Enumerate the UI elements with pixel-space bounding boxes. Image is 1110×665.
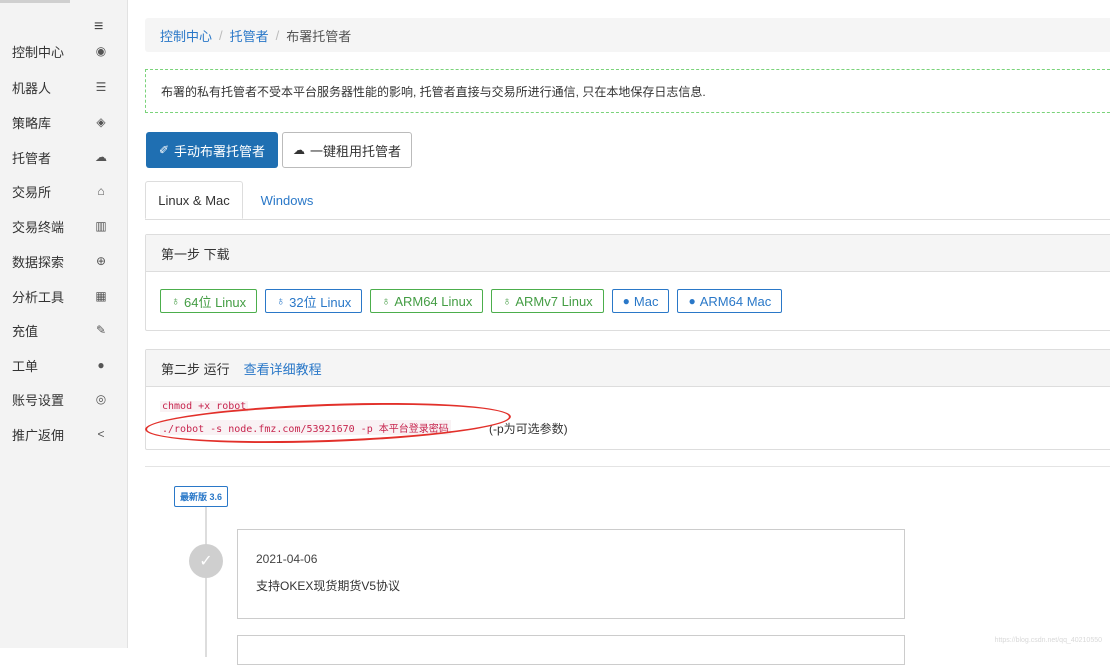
cloud-icon: ☁ <box>292 143 305 157</box>
sidebar-item[interactable]: 账号设置 ◎ <box>0 389 127 409</box>
breadcrumb-parent-link[interactable]: 托管者 <box>230 26 269 45</box>
sidebar-item-label: 托管者 <box>12 150 52 166</box>
breadcrumb-separator: / <box>219 27 223 43</box>
breadcrumb-home-link[interactable]: 控制中心 <box>160 26 212 45</box>
sidebar-item[interactable]: 推广返佣 < <box>0 424 127 444</box>
sidebar-item-label: 分析工具 <box>12 289 65 305</box>
download-label: ARMv7 Linux <box>515 293 593 309</box>
timeline-entry: 2021-04-06 支持OKEX现货期货V5协议 <box>237 529 905 619</box>
bar-chart-icon: ▥ <box>95 219 107 233</box>
check-icon: ✓ <box>189 544 223 578</box>
sidebar-item-label: 交易所 <box>12 184 52 200</box>
run-panel-header: 第二步 运行 查看详细教程 <box>146 350 1110 387</box>
download-label: ARM64 Mac <box>699 293 772 309</box>
tab-linux-mac[interactable]: Linux & Mac <box>145 181 243 219</box>
linux-icon: ♁ <box>381 294 391 308</box>
sidebar-item[interactable]: 托管者 ☁ <box>0 147 127 167</box>
download-button[interactable]: ● ARM64 Mac <box>677 289 783 313</box>
sidebar-item-label: 账号设置 <box>12 392 65 408</box>
calculator-icon: ▦ <box>95 289 107 303</box>
linux-icon: ♁ <box>502 294 512 308</box>
sidebar-item-label: 充值 <box>12 323 39 339</box>
download-button[interactable]: ● Mac <box>611 289 670 313</box>
download-button[interactable]: ♁ 64位 Linux <box>160 289 258 313</box>
step1-title: 第一步 下载 <box>161 246 230 262</box>
sidebar-item[interactable]: 机器人 ☰ <box>0 77 127 97</box>
download-buttons: ♁ 64位 Linux ♁ 32位 Linux ♁ ARM64 Linux ♁ ARMv7 L… <box>160 289 783 313</box>
breadcrumb: 控制中心 / 托管者 / 布署托管者 <box>145 18 1110 52</box>
rent-docker-label: 一键租用托管者 <box>309 143 401 159</box>
tab-windows[interactable]: Windows <box>247 181 327 219</box>
linux-icon: ♁ <box>171 294 180 308</box>
rent-docker-button[interactable]: ☁ 一键租用托管者 <box>282 132 412 168</box>
entry-date: 2021-04-06 <box>256 552 318 566</box>
download-label: 32位 Linux <box>289 294 352 310</box>
notice-text: 布署的私有托管者不受本平台服务器性能的影响, 托管者直接与交易所进行通信, 只在… <box>161 84 706 99</box>
apple-icon: ● <box>622 294 630 308</box>
sidebar-item[interactable]: 工单 ● <box>0 355 127 375</box>
sidebar-item[interactable]: 交易所 ⌂ <box>0 181 127 201</box>
wrench-icon: ✐ <box>158 143 170 157</box>
cloud-icon: ☁ <box>95 150 107 164</box>
timeline-entry-next <box>237 635 905 665</box>
sidebar-item[interactable]: 充值 ✎ <box>0 320 127 340</box>
download-button[interactable]: ♁ ARM64 Linux <box>370 289 484 313</box>
server-icon: ☰ <box>95 80 107 94</box>
download-label: Mac <box>633 293 659 309</box>
sidebar-item-label: 控制中心 <box>12 44 65 60</box>
sidebar-top-bar <box>0 0 70 3</box>
magic-icon: ✎ <box>95 323 107 337</box>
user-circle-icon: ◎ <box>95 392 107 406</box>
shield-icon: ◈ <box>96 115 106 129</box>
dashboard-icon: ◉ <box>95 44 107 58</box>
breadcrumb-current: 布署托管者 <box>286 28 352 44</box>
download-panel: 第一步 下载 ♁ 64位 Linux ♁ 32位 Linux ♁ ARM64 Linux ♁… <box>145 234 1110 331</box>
download-button[interactable]: ♁ ARMv7 Linux <box>491 289 604 313</box>
sidebar-item-label: 机器人 <box>12 80 52 96</box>
notice-box: 布署的私有托管者不受本平台服务器性能的影响, 托管者直接与交易所进行通信, 只在… <box>145 69 1110 113</box>
watermark: https://blog.csdn.net/qq_40210550 <box>994 637 1102 644</box>
comment-icon: ● <box>97 358 105 372</box>
version-timeline: 最新版 3.6 ✓ 2021-04-06 支持OKEX现货期货V5协议 <box>145 466 1110 665</box>
timeline-line <box>205 507 207 657</box>
download-button[interactable]: ♁ 32位 Linux <box>265 289 363 313</box>
sidebar: ≡ 控制中心 ◉ 机器人 ☰ 策略库 ◈ 托管者 ☁ 交易所 ⌂ 交易终端 ▥ 数据探索 ⊕ 分析工具 ▦ 充值… <box>0 0 128 648</box>
sidebar-item[interactable]: 数据探索 ⊕ <box>0 251 127 271</box>
sidebar-item-label: 策略库 <box>12 115 52 131</box>
sidebar-item[interactable]: 控制中心 ◉ <box>0 41 127 61</box>
manual-deploy-label: 手动布署托管者 <box>174 143 266 159</box>
sidebar-item-label: 工单 <box>12 358 39 374</box>
apple-icon: ● <box>688 294 696 308</box>
sidebar-item[interactable]: 策略库 ◈ <box>0 112 127 132</box>
download-label: ARM64 Linux <box>394 293 473 309</box>
bank-icon: ⌂ <box>97 184 105 198</box>
download-label: 64位 Linux <box>184 294 247 310</box>
breadcrumb-separator: / <box>275 27 280 43</box>
sidebar-item[interactable]: 交易终端 ▥ <box>0 216 127 236</box>
os-tabs: Linux & Mac Windows <box>145 181 1110 220</box>
download-panel-header: 第一步 下载 <box>146 235 1110 272</box>
sidebar-item[interactable]: 分析工具 ▦ <box>0 286 127 306</box>
version-badge: 最新版 3.6 <box>174 486 229 507</box>
tutorial-link[interactable]: 查看详细教程 <box>244 359 322 378</box>
sidebar-item-label: 推广返佣 <box>12 427 65 443</box>
linux-icon: ♁ <box>276 294 286 308</box>
search-icon: ⊕ <box>95 254 107 268</box>
entry-text: 支持OKEX现货期货V5协议 <box>256 579 401 593</box>
share-icon: < <box>97 427 105 441</box>
sidebar-item-label: 数据探索 <box>12 254 65 270</box>
manual-deploy-button[interactable]: ✐ 手动布署托管者 <box>146 132 278 168</box>
sidebar-item-label: 交易终端 <box>12 219 65 235</box>
step2-title: 第二步 运行 <box>161 361 230 377</box>
menu-toggle-icon[interactable]: ≡ <box>94 18 103 36</box>
